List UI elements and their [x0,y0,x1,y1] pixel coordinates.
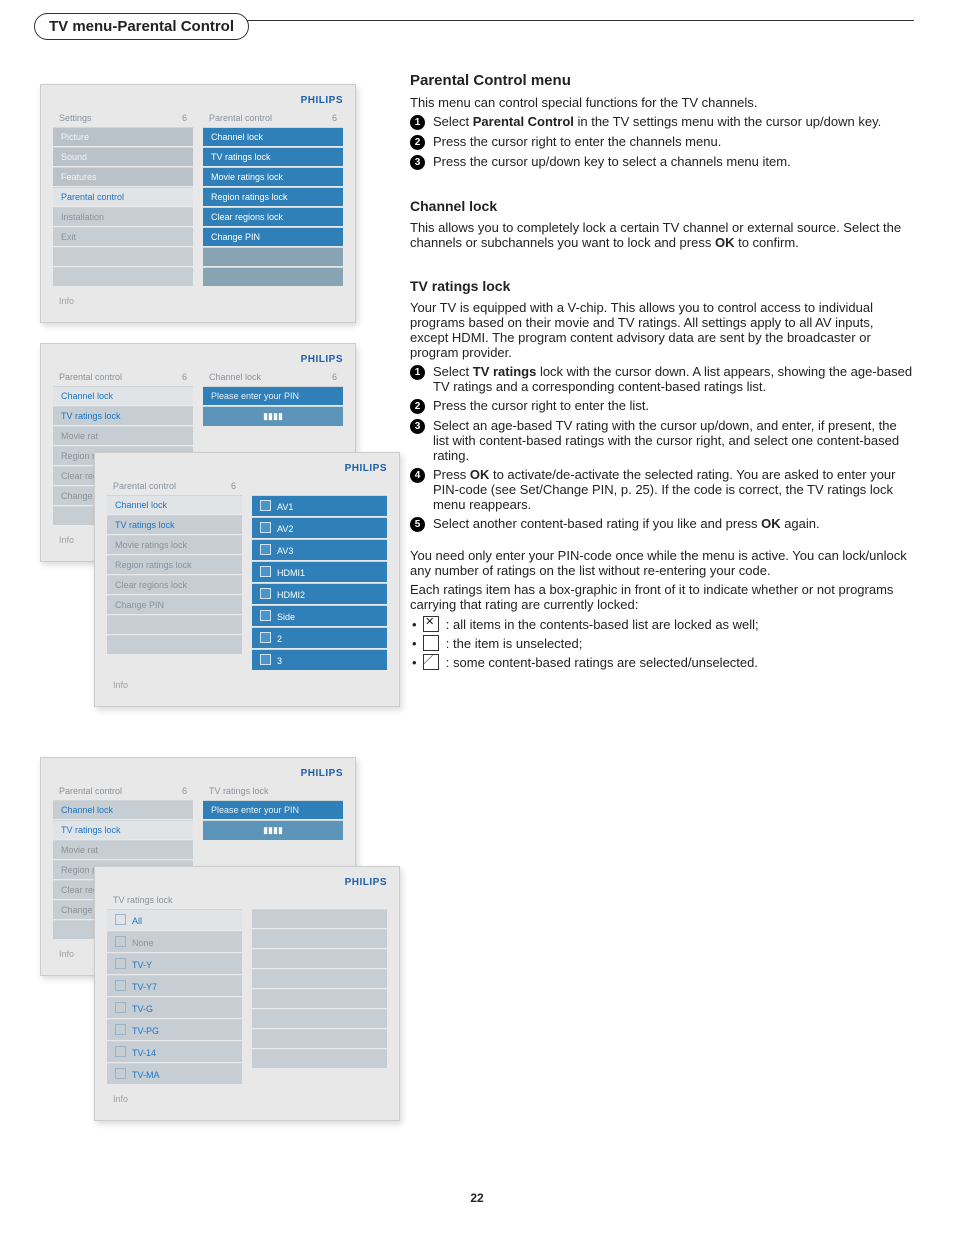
step-bullet-1: 1 [410,115,425,130]
philips-logo: PHILIPS [53,95,343,106]
menu-mock-channel-lock-list: PHILIPS Parental control6 Channel lock T… [94,452,400,707]
parental-intro: This menu can control special functions … [410,95,914,110]
step-bullet-3: 3 [410,155,425,170]
heading-tv-ratings-lock: TV ratings lock [410,278,914,294]
checkbox-slash-icon [423,654,439,670]
menu-mock-tvratings-list: PHILIPS TV ratings lock All None TV-Y TV… [94,866,400,1121]
channel-lock-text: This allows you to completely lock a cer… [410,220,914,250]
pin-note: You need only enter your PIN-code once w… [410,548,914,578]
left-column: PHILIPS Settings6 Picture Sound Features… [40,54,380,1131]
menu-mock-settings: PHILIPS Settings6 Picture Sound Features… [40,84,356,323]
checkbox-empty-icon [423,635,439,651]
right-column: Parental Control menu This menu can cont… [410,54,914,1131]
box-graphic-bullets: • : all items in the contents-based list… [412,616,914,670]
parental-steps: 1Select Parental Control in the TV setti… [410,114,914,170]
page-title: TV menu-Parental Control [34,13,249,40]
box-graphic-note: Each ratings item has a box-graphic in f… [410,582,914,612]
heading-parental-menu: Parental Control menu [410,72,914,89]
tvratings-steps: 1Select TV ratings lock with the cursor … [410,364,914,532]
step-bullet-2: 2 [410,135,425,150]
checkbox-x-icon [423,616,439,632]
tvratings-intro: Your TV is equipped with a V-chip. This … [410,300,914,360]
heading-channel-lock: Channel lock [410,198,914,214]
page-number: 22 [40,1191,914,1205]
